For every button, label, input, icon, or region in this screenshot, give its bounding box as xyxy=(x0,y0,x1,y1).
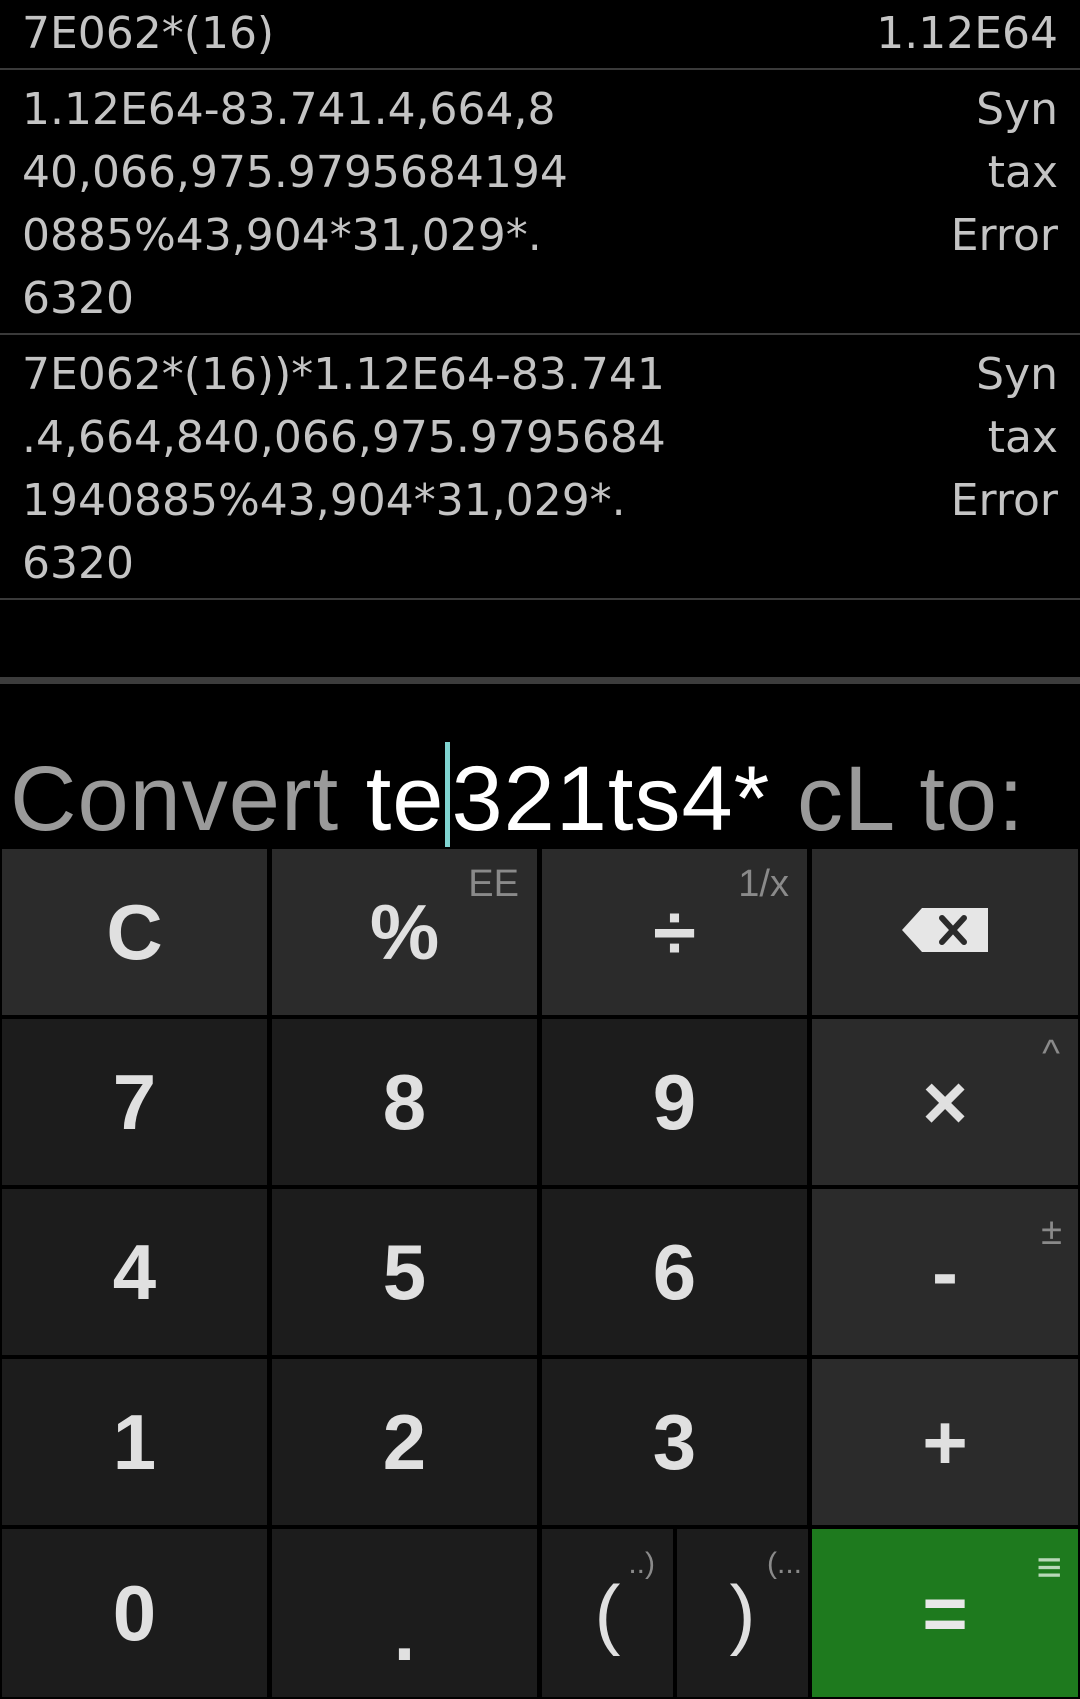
divide-button[interactable]: ÷ 1/x xyxy=(542,849,807,1015)
open-paren-button[interactable]: ( ..) xyxy=(542,1529,673,1697)
multiply-label: × xyxy=(922,1057,968,1146)
history-row[interactable]: 7E062*(16) 1.12E64 xyxy=(0,0,1080,70)
plus-label: + xyxy=(922,1397,968,1486)
clear-button[interactable]: C xyxy=(2,849,267,1015)
open-paren-label: ( xyxy=(594,1568,621,1657)
equals-button[interactable]: = ≡ xyxy=(812,1529,1078,1697)
percent-alt-label: EE xyxy=(468,863,519,905)
digit-1-button[interactable]: 1 xyxy=(2,1359,267,1525)
history-result: Syn tax Error xyxy=(950,349,1058,526)
history-result: 1.12E64 xyxy=(876,8,1058,59)
digit-5-label: 5 xyxy=(382,1227,427,1316)
digit-6-label: 6 xyxy=(652,1227,697,1316)
percent-button[interactable]: % EE xyxy=(272,849,537,1015)
digit-8-button[interactable]: 8 xyxy=(272,1019,537,1185)
display-prefix: Convert xyxy=(10,748,366,850)
history-row[interactable]: 1.12E64-83.741.4,664,8 40,066,975.979568… xyxy=(0,70,1080,335)
digit-8-label: 8 xyxy=(382,1057,427,1146)
digit-4-button[interactable]: 4 xyxy=(2,1189,267,1355)
history-expression: 7E062*(16) xyxy=(22,8,275,59)
divide-alt-label: 1/x xyxy=(738,863,789,905)
history-result: Syn tax Error xyxy=(950,84,1058,261)
backspace-icon xyxy=(902,908,988,956)
display-suffix: cL to: xyxy=(770,748,1025,850)
expression-display[interactable]: Convert te321ts4* cL to: xyxy=(0,684,1080,850)
menu-icon: ≡ xyxy=(1036,1543,1062,1592)
percent-label: % xyxy=(369,887,440,976)
digit-6-button[interactable]: 6 xyxy=(542,1189,807,1355)
expression-text[interactable]: Convert te321ts4* cL to: xyxy=(10,742,1025,854)
decimal-button[interactable]: . xyxy=(272,1529,537,1697)
digit-2-button[interactable]: 2 xyxy=(272,1359,537,1525)
digit-9-label: 9 xyxy=(652,1057,697,1146)
open-paren-alt-label: ..) xyxy=(628,1547,655,1580)
keypad: C % EE ÷ 1/x 7 8 9 × ^ 4 5 6 - ± 1 2 3 +… xyxy=(0,847,1080,1699)
decimal-label: . xyxy=(393,1588,416,1677)
backspace-button[interactable] xyxy=(812,849,1078,1015)
digit-0-button[interactable]: 0 xyxy=(2,1529,267,1697)
equals-label: = xyxy=(922,1568,968,1657)
digit-5-button[interactable]: 5 xyxy=(272,1189,537,1355)
digit-1-label: 1 xyxy=(112,1397,157,1486)
display-input-after-caret: 321ts4* xyxy=(451,748,771,850)
close-paren-alt-label: (... xyxy=(767,1547,802,1580)
digit-9-button[interactable]: 9 xyxy=(542,1019,807,1185)
minus-button[interactable]: - ± xyxy=(812,1189,1078,1355)
history-expression: 7E062*(16))*1.12E64-83.741 .4,664,840,06… xyxy=(22,349,666,589)
plus-button[interactable]: + xyxy=(812,1359,1078,1525)
digit-0-label: 0 xyxy=(112,1568,157,1657)
digit-3-button[interactable]: 3 xyxy=(542,1359,807,1525)
history-panel[interactable]: 7E062*(16) 1.12E64 1.12E64-83.741.4,664,… xyxy=(0,0,1080,680)
text-caret xyxy=(445,742,451,848)
divide-label: ÷ xyxy=(653,887,696,976)
minus-alt-label: ± xyxy=(1041,1211,1062,1253)
digit-4-label: 4 xyxy=(112,1227,157,1316)
digit-2-label: 2 xyxy=(382,1397,427,1486)
multiply-button[interactable]: × ^ xyxy=(812,1019,1078,1185)
history-row[interactable]: 7E062*(16))*1.12E64-83.741 .4,664,840,06… xyxy=(0,335,1080,600)
multiply-alt-label: ^ xyxy=(1042,1033,1060,1075)
history-expression: 1.12E64-83.741.4,664,8 40,066,975.979568… xyxy=(22,84,568,324)
digit-7-label: 7 xyxy=(112,1057,157,1146)
digit-7-button[interactable]: 7 xyxy=(2,1019,267,1185)
display-input-before-caret: te xyxy=(365,748,445,850)
close-paren-label: ) xyxy=(729,1568,756,1657)
minus-label: - xyxy=(932,1227,958,1316)
clear-label: C xyxy=(106,887,163,976)
display-divider xyxy=(0,677,1080,684)
close-paren-button[interactable]: ) (... xyxy=(677,1529,808,1697)
digit-3-label: 3 xyxy=(652,1397,697,1486)
